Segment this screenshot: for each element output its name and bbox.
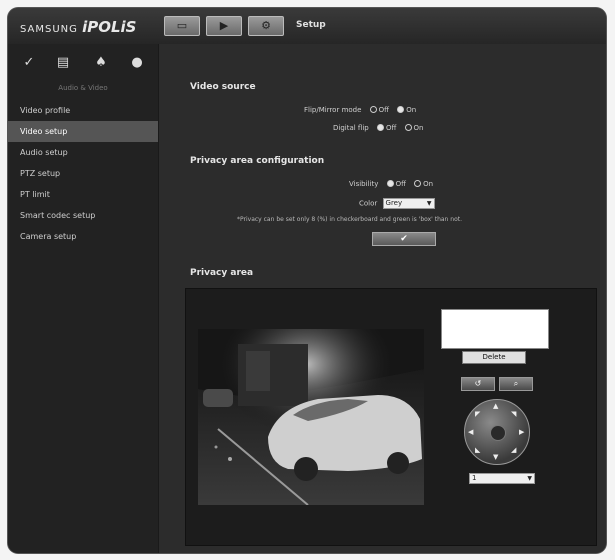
visibility-off-label: Off <box>395 180 406 188</box>
arrow-downright-icon[interactable]: ◢ <box>511 446 516 454</box>
camera-setup-icon[interactable]: ✓ <box>18 52 40 74</box>
visibility-off-radio[interactable] <box>386 180 394 187</box>
visibility-on-label: On <box>423 180 434 188</box>
privacy-mask-preview[interactable] <box>441 309 549 349</box>
digital-on-label: On <box>413 124 424 132</box>
digital-off-radio[interactable] <box>376 124 384 131</box>
page-title: Setup <box>296 20 326 30</box>
user-icon[interactable]: ● <box>126 52 148 74</box>
flip-mirror-row: Flip/Mirror mode Off On <box>304 106 416 114</box>
visibility-label: Visibility <box>349 180 379 188</box>
flip-off-radio[interactable] <box>369 106 377 113</box>
sidebar-menu: Video profile Video setup Audio setup PT… <box>8 100 158 247</box>
preset-select[interactable]: 1 ▼ <box>469 473 535 484</box>
privacy-config-title: Privacy area configuration <box>190 156 325 166</box>
arrow-upright-icon[interactable]: ◥ <box>511 410 516 418</box>
digital-off-label: Off <box>385 124 397 132</box>
sidebar: ✓ ▤ ♠ ● Audio & Video Video profile Vide… <box>8 44 159 553</box>
digital-flip-row: Digital flip Off On <box>333 124 424 132</box>
top-bar: SAMSUNG iPOLiS ▭ ▶ ⚙ Setup <box>8 8 606 45</box>
digital-on-radio[interactable] <box>404 124 412 131</box>
apply-button[interactable]: ✔ <box>372 232 436 246</box>
sidebar-item-video-profile[interactable]: Video profile <box>8 100 158 121</box>
sidebar-item-video-setup[interactable]: Video setup <box>8 121 158 142</box>
color-select-value: Grey <box>385 199 403 207</box>
main-content: Video source Flip/Mirror mode Off On Dig… <box>159 44 606 553</box>
delete-button[interactable]: Delete <box>462 351 526 364</box>
sidebar-item-pt-limit[interactable]: PT limit <box>8 184 158 205</box>
ptz-center-button[interactable] <box>490 425 506 441</box>
color-row: Color Grey ▼ <box>359 198 435 209</box>
privacy-area-title: Privacy area <box>190 268 254 278</box>
sidebar-item-smart-codec[interactable]: Smart codec setup <box>8 205 158 226</box>
sidebar-heading: Audio & Video <box>58 84 108 92</box>
arrow-right-icon[interactable]: ▶ <box>519 428 524 436</box>
ptz-joystick[interactable]: ▲ ▼ ◀ ▶ ◤ ◥ ◣ ◢ <box>464 399 530 465</box>
brand-logo: SAMSUNG iPOLiS <box>20 18 136 36</box>
arrow-down-icon[interactable]: ▼ <box>493 453 498 461</box>
chevron-down-icon: ▼ <box>426 200 432 207</box>
chevron-down-icon: ▼ <box>527 475 532 482</box>
setup-button[interactable]: ⚙ <box>248 16 284 36</box>
visibility-on-radio[interactable] <box>414 180 422 187</box>
arrow-upleft-icon[interactable]: ◤ <box>475 410 480 418</box>
preset-select-value: 1 <box>472 474 477 482</box>
arrow-downleft-icon[interactable]: ◣ <box>475 446 480 454</box>
rotate-icon: ↺ <box>474 379 482 388</box>
flip-on-label: On <box>406 106 417 114</box>
rotate-button[interactable]: ↺ <box>461 377 495 391</box>
video-source-title: Video source <box>190 82 256 92</box>
digital-flip-label: Digital flip <box>333 124 369 132</box>
privacy-note: *Privacy can be set only 8 (%) in checke… <box>237 216 462 223</box>
arrow-up-icon[interactable]: ▲ <box>493 402 498 410</box>
arrow-left-icon[interactable]: ◀ <box>468 428 473 436</box>
zoom-button[interactable]: ⌕ <box>499 377 533 391</box>
monitor-button[interactable]: ▭ <box>164 16 200 36</box>
parking-garage-image <box>198 329 424 505</box>
flip-off-label: Off <box>378 106 389 114</box>
setup-icon: ⚙ <box>261 19 271 32</box>
brand-big: iPOLiS <box>82 18 137 36</box>
flip-mirror-label: Flip/Mirror mode <box>304 106 362 114</box>
privacy-area-panel: Delete ↺ ⌕ ▲ ▼ ◀ ▶ ◤ ◥ ◣ ◢ 1 ▼ <box>185 288 597 546</box>
sidebar-item-ptz-setup[interactable]: PTZ setup <box>8 163 158 184</box>
monitor-icon: ▭ <box>176 19 188 32</box>
color-select[interactable]: Grey ▼ <box>382 198 435 209</box>
document-icon[interactable]: ▤ <box>52 52 74 74</box>
camera-video-feed[interactable] <box>198 329 424 505</box>
visibility-row: Visibility Off On <box>349 180 433 188</box>
sidebar-item-camera-setup[interactable]: Camera setup <box>8 226 158 247</box>
zoom-icon: ⌕ <box>513 379 519 388</box>
sidebar-item-audio-setup[interactable]: Audio setup <box>8 142 158 163</box>
playback-button[interactable]: ▶ <box>206 16 242 36</box>
playback-icon: ▶ <box>219 19 229 32</box>
flip-on-radio[interactable] <box>397 106 405 113</box>
bell-icon[interactable]: ♠ <box>90 52 112 74</box>
app-frame: SAMSUNG iPOLiS ▭ ▶ ⚙ Setup ✓ ▤ ♠ ● Audio… <box>8 8 606 553</box>
color-label: Color <box>359 199 378 208</box>
brand-small: SAMSUNG <box>20 24 78 35</box>
sidebar-icon-row: ✓ ▤ ♠ ● <box>18 52 158 76</box>
